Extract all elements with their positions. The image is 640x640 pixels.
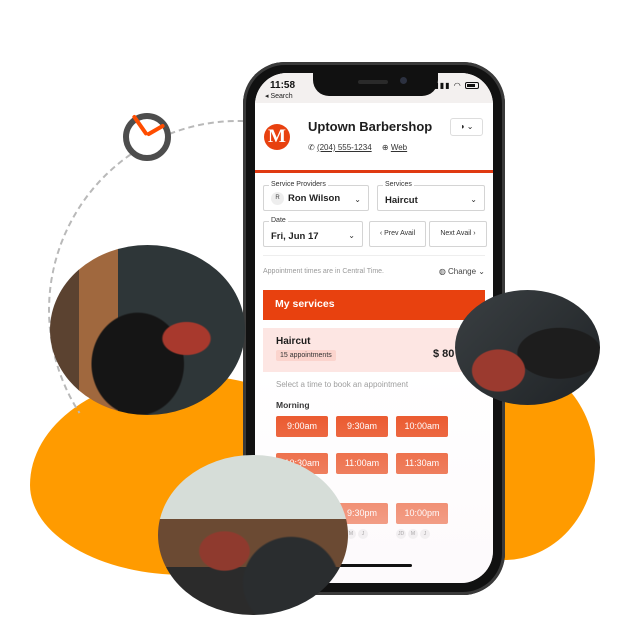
- my-services-header: My services: [263, 290, 485, 320]
- clock-hand-hour: [146, 123, 166, 137]
- business-logo: M: [264, 124, 290, 150]
- appointment-count-badge: 15 appointments: [276, 350, 336, 361]
- field-label: Date: [269, 217, 288, 224]
- phone-speaker: [358, 80, 388, 84]
- service-value: Haircut: [385, 195, 418, 206]
- contact-links: ✆ (204) 555-1234 ⊕ Web: [308, 143, 415, 152]
- provider-value: Ron Wilson: [288, 193, 341, 205]
- divider: [263, 255, 485, 256]
- initial-avatar: M: [408, 529, 418, 539]
- change-label: Change: [448, 267, 477, 276]
- service-price: $ 80: [433, 348, 455, 360]
- provider-initials: JD M J: [396, 529, 432, 539]
- date-select[interactable]: Date Fri, Jun 17 ⌄: [263, 217, 363, 247]
- service-select[interactable]: Services Haircut ⌄: [377, 181, 485, 211]
- business-header: M Uptown Barbershop ✆ (204) 555-1234 ⊕ W…: [255, 103, 493, 173]
- barber-photo-1: Barber styling a client's hair in barber…: [50, 245, 245, 415]
- status-time: 11:58: [270, 80, 296, 91]
- barber-photo-3: Barber using clippers on client: [158, 455, 348, 615]
- booking-hint: Select a time to book an appointment: [276, 380, 409, 389]
- service-name: Haircut: [276, 336, 311, 347]
- phone-camera: [400, 77, 407, 84]
- period-heading: Morning: [276, 400, 310, 410]
- back-to-search-link[interactable]: ◂ Search: [265, 92, 293, 100]
- time-slot-button[interactable]: 10:00am: [396, 416, 448, 437]
- service-provider-select[interactable]: Service Providers R Ron Wilson ⌄: [263, 181, 369, 211]
- provider-avatar: R: [271, 192, 284, 205]
- chevron-down-icon: ⌄: [348, 231, 355, 240]
- barber-photo-2: Barber cutting a client's hair: [455, 290, 600, 405]
- phone-link[interactable]: (204) 555-1234: [317, 143, 372, 152]
- field-label: Services: [383, 181, 414, 188]
- time-slot-button[interactable]: 9:00am: [276, 416, 328, 437]
- chevron-down-icon: ⌄: [478, 267, 485, 276]
- business-name: Uptown Barbershop: [308, 119, 433, 134]
- time-slot-button[interactable]: 11:00am: [336, 453, 388, 474]
- phone-icon: ✆: [308, 143, 315, 152]
- web-link[interactable]: Web: [391, 143, 407, 152]
- battery-icon: [465, 82, 479, 90]
- initial-avatar: J: [358, 529, 368, 539]
- clock-icon: [123, 113, 171, 161]
- prev-avail-button[interactable]: ‹ Prev Avail: [369, 221, 426, 247]
- initial-avatar: J: [420, 529, 430, 539]
- timezone-note: Appointment times are in Central Time.: [263, 268, 384, 275]
- theme-toggle-button[interactable]: ◑ ⌄: [450, 118, 483, 136]
- time-slot-button[interactable]: 10:00pm: [396, 503, 448, 524]
- provider-initials: MJ: [346, 529, 370, 539]
- date-value: Fri, Jun 17: [271, 231, 319, 242]
- contrast-icon: ◑: [459, 122, 465, 131]
- field-label: Service Providers: [269, 181, 328, 188]
- globe-icon: ◍: [438, 267, 446, 276]
- chevron-down-icon: ⌄: [470, 195, 477, 204]
- next-avail-button[interactable]: Next Avail ›: [429, 221, 487, 247]
- globe-icon: ⊕: [381, 143, 389, 152]
- timezone-change-button[interactable]: ◍ Change ⌄: [439, 267, 485, 276]
- initial-avatar: JD: [396, 529, 406, 539]
- time-slot-button[interactable]: 9:30am: [336, 416, 388, 437]
- time-slot-button[interactable]: 11:30am: [396, 453, 448, 474]
- signal-wifi-icon: ▮▮▮ ◠: [434, 81, 462, 90]
- status-icons: ▮▮▮ ◠: [434, 81, 479, 90]
- chevron-down-icon: ⌄: [354, 195, 361, 204]
- chevron-down-icon: ⌄: [466, 122, 474, 131]
